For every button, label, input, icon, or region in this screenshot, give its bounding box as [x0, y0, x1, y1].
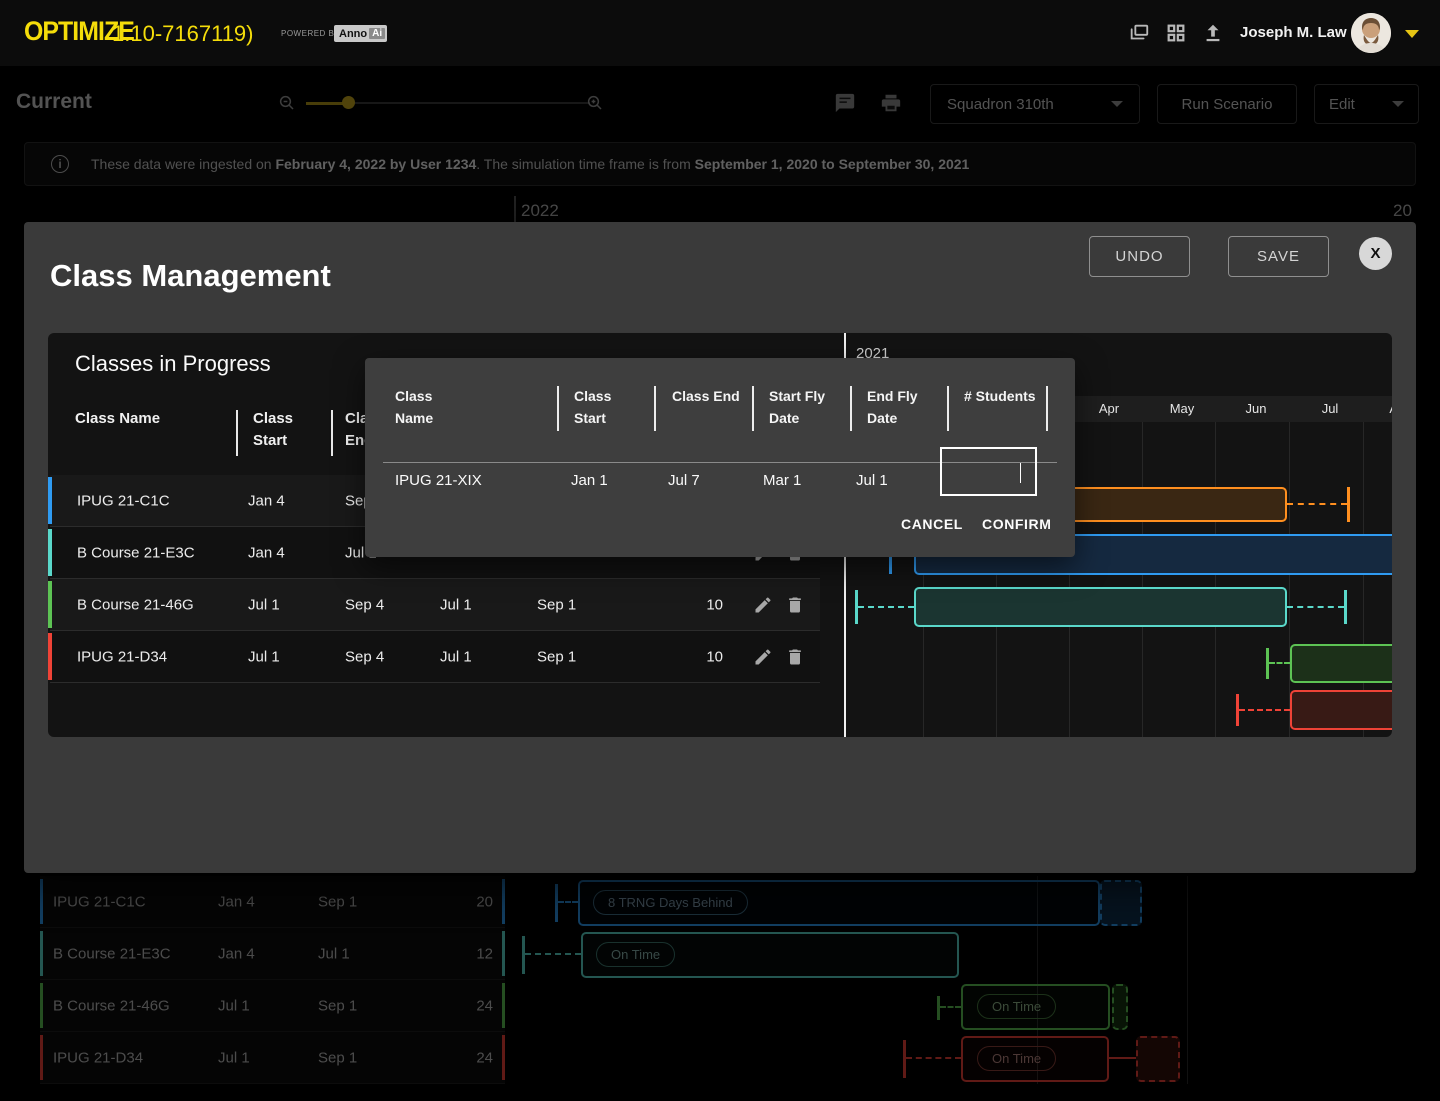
- col-header-class-name: Class Name: [75, 408, 165, 430]
- header-separator: [850, 386, 852, 431]
- month-label: Aug: [1381, 401, 1392, 416]
- gantt-cap: [1344, 590, 1347, 624]
- row-color-bar: [48, 529, 52, 576]
- popup-end-fly[interactable]: Jul 1: [856, 464, 888, 498]
- gantt-cap: [1347, 487, 1350, 522]
- gantt-dash: [1269, 662, 1290, 664]
- gantt-bar-b-course-21-46g[interactable]: [1290, 644, 1392, 683]
- edit-pencil-icon[interactable]: [753, 595, 773, 615]
- undo-button[interactable]: UNDO: [1089, 236, 1190, 277]
- avatar[interactable]: [1351, 13, 1391, 53]
- gantt-dash: [858, 606, 914, 608]
- confirm-button[interactable]: CONFIRM: [982, 516, 1052, 532]
- col-header-class-start: Class Start: [253, 408, 315, 452]
- popup-start-fly[interactable]: Mar 1: [763, 464, 801, 498]
- gantt-dash: [1287, 606, 1344, 608]
- header-separator: [331, 410, 333, 456]
- panel-title: Classes in Progress: [75, 351, 271, 377]
- students-input[interactable]: [940, 447, 1037, 496]
- month-label: Apr: [1089, 401, 1129, 416]
- class-row[interactable]: IPUG 21-D34 Jul 1 Sep 4 Jul 1 Sep 1 10: [50, 631, 820, 683]
- popup-class-end[interactable]: Jul 7: [668, 464, 700, 498]
- upload-icon[interactable]: [1202, 22, 1224, 44]
- brand-badge: Anno Ai: [334, 25, 387, 42]
- header-separator: [752, 386, 754, 431]
- modal-title: Class Management: [50, 258, 331, 294]
- popup-header-class-name: Class Name: [395, 385, 467, 429]
- gantt-dash: [1239, 709, 1290, 711]
- user-name: Joseph M. Law: [1240, 24, 1347, 41]
- gantt-bar-b-course-21-e3c[interactable]: [914, 587, 1287, 627]
- grid-apps-icon[interactable]: [1165, 22, 1187, 44]
- gantt-gridline: [1289, 422, 1290, 737]
- app-header: OPTIMIZE 1.10-7167119) POWERED BY Anno A…: [0, 0, 1440, 66]
- row-color-bar: [48, 581, 52, 628]
- month-label: Jun: [1236, 401, 1276, 416]
- popup-header-class-end: Class End: [672, 385, 744, 407]
- header-separator: [1046, 386, 1048, 431]
- user-menu-caret-icon[interactable]: [1405, 30, 1419, 38]
- row-color-bar: [48, 477, 52, 524]
- gantt-gridline: [1215, 422, 1216, 737]
- month-label: Jul: [1310, 401, 1350, 416]
- edit-class-popup: Class Name Class Start Class End Start F…: [365, 358, 1075, 557]
- save-button[interactable]: SAVE: [1228, 236, 1329, 277]
- delete-trash-icon[interactable]: [785, 595, 805, 615]
- popup-header-students: # Students: [964, 385, 1044, 407]
- app-version: 1.10-7167119): [112, 21, 254, 47]
- gantt-bar-ipug-21-d34[interactable]: [1290, 690, 1392, 730]
- class-management-modal: Class Management UNDO SAVE X Classes in …: [24, 222, 1416, 873]
- class-row[interactable]: B Course 21-46G Jul 1 Sep 4 Jul 1 Sep 1 …: [50, 579, 820, 631]
- header-separator: [557, 386, 559, 431]
- windows-stack-icon[interactable]: [1128, 22, 1150, 44]
- header-separator: [654, 386, 656, 431]
- powered-by-label: POWERED BY: [281, 29, 340, 38]
- gantt-gridline: [1142, 422, 1143, 737]
- brand-name: Anno: [339, 28, 367, 40]
- text-caret: [1020, 463, 1022, 483]
- header-separator: [236, 410, 238, 456]
- month-label: May: [1162, 401, 1202, 416]
- edit-pencil-icon[interactable]: [753, 647, 773, 667]
- delete-trash-icon[interactable]: [785, 647, 805, 667]
- header-separator: [947, 386, 949, 431]
- popup-class-name: IPUG 21-XIX: [395, 464, 482, 498]
- popup-class-start[interactable]: Jan 1: [571, 464, 608, 498]
- popup-header-start-fly: Start Fly Date: [769, 385, 841, 429]
- brand-suffix: Ai: [369, 28, 385, 39]
- cancel-button[interactable]: CANCEL: [901, 516, 963, 532]
- gantt-dash: [1287, 503, 1347, 505]
- popup-header-class-start: Class Start: [574, 385, 646, 429]
- row-color-bar: [48, 633, 52, 680]
- close-button[interactable]: X: [1359, 237, 1392, 270]
- popup-header-end-fly: End Fly Date: [867, 385, 939, 429]
